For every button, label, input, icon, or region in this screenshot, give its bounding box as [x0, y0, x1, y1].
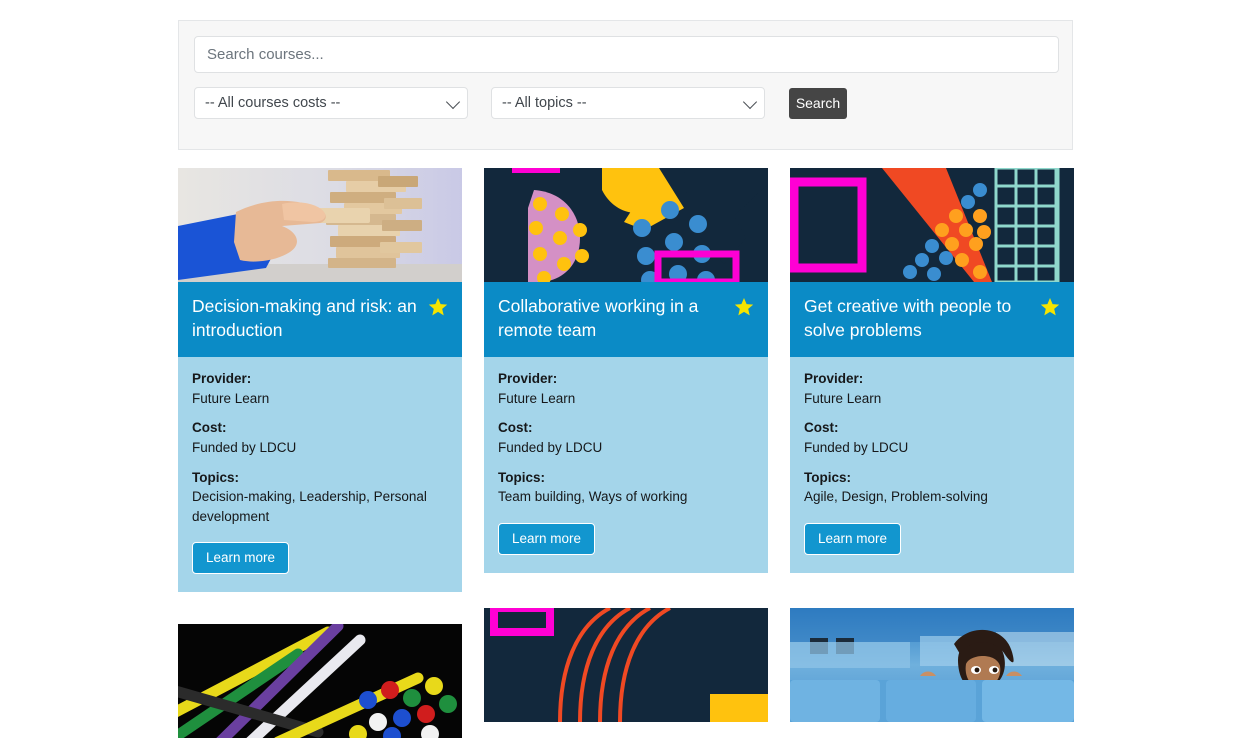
course-search-page: -- All courses costs -- -- All topics --…: [0, 0, 1240, 738]
cost-filter-select[interactable]: -- All courses costs --: [194, 87, 468, 119]
provider-value: Future Learn: [498, 390, 576, 406]
photo-colourful-braided-ropes: [178, 624, 462, 738]
search-button[interactable]: Search: [789, 87, 847, 119]
provider-value: Future Learn: [192, 390, 270, 406]
photo-hand-wooden-block-tower: [178, 168, 462, 282]
filter-row: -- All courses costs -- -- All topics --…: [194, 87, 1057, 119]
star-icon[interactable]: [734, 297, 754, 322]
provider-label: Provider:: [192, 371, 252, 387]
course-card[interactable]: [178, 624, 462, 738]
course-card-header: Collaborative working in a remote team: [484, 282, 768, 358]
topics-label: Topics:: [804, 469, 851, 485]
learn-more-button[interactable]: Learn more: [192, 542, 290, 575]
course-card-header: Get creative with people to solve proble…: [790, 282, 1074, 358]
topics-value: Decision-making, Leadership, Personal de…: [192, 489, 427, 524]
provider-label: Provider:: [804, 371, 864, 387]
course-card[interactable]: [484, 608, 768, 723]
star-icon[interactable]: [428, 297, 448, 322]
topic-filter-select[interactable]: -- All topics --: [491, 87, 765, 119]
course-card-image: [484, 608, 768, 723]
cost-label: Cost:: [192, 420, 227, 436]
provider-value: Future Learn: [804, 390, 882, 406]
topics-label: Topics:: [192, 469, 239, 485]
abstract-geometric-grid-diagonal: [790, 168, 1074, 282]
learn-more-button[interactable]: Learn more: [804, 522, 902, 555]
course-card-header: Decision-making and risk: an introductio…: [178, 282, 462, 358]
topics-label: Topics:: [498, 469, 545, 485]
learn-more-button[interactable]: Learn more: [498, 522, 596, 555]
course-card-body: Provider: Future Learn Cost: Funded by L…: [178, 357, 462, 592]
photo-woman-peeking-over-office-cubicle: [790, 608, 1074, 723]
topic-filter-wrapper: -- All topics --: [491, 87, 765, 119]
course-card-row: Decision-making and risk: an introductio…: [178, 168, 1074, 593]
cost-label: Cost:: [804, 420, 839, 436]
course-card-image: [178, 624, 462, 738]
course-card-body: Provider: Future Learn Cost: Funded by L…: [790, 357, 1074, 573]
cost-filter-wrapper: -- All courses costs --: [194, 87, 468, 119]
cost-value: Funded by LDCU: [804, 439, 909, 455]
course-card[interactable]: Collaborative working in a remote team P…: [484, 168, 768, 573]
course-card-image: [790, 608, 1074, 723]
course-card[interactable]: Get creative with people to solve proble…: [790, 168, 1074, 573]
cost-value: Funded by LDCU: [498, 439, 603, 455]
provider-label: Provider:: [498, 371, 558, 387]
course-card[interactable]: Decision-making and risk: an introductio…: [178, 168, 462, 593]
topics-value: Agile, Design, Problem-solving: [804, 489, 988, 505]
search-panel-inner: -- All courses costs -- -- All topics --…: [179, 21, 1072, 134]
course-card-body: Provider: Future Learn Cost: Funded by L…: [484, 357, 768, 573]
course-card[interactable]: [790, 608, 1074, 723]
course-card-row: [178, 608, 1074, 738]
course-card-image: [484, 168, 768, 282]
course-card-title: Decision-making and risk: an introductio…: [192, 296, 417, 340]
course-card-title: Get creative with people to solve proble…: [804, 296, 1012, 340]
abstract-geometric-dots-shapes: [484, 168, 768, 282]
cost-value: Funded by LDCU: [192, 439, 297, 455]
course-card-title: Collaborative working in a remote team: [498, 296, 699, 340]
search-input[interactable]: [194, 36, 1059, 73]
cost-label: Cost:: [498, 420, 533, 436]
course-card-image: [178, 168, 462, 282]
topics-value: Team building, Ways of working: [498, 489, 688, 505]
search-panel: -- All courses costs -- -- All topics --…: [178, 20, 1073, 150]
course-card-image: [790, 168, 1074, 282]
abstract-navy-red-curves: [484, 608, 768, 723]
course-card-grid: Decision-making and risk: an introductio…: [178, 168, 1074, 738]
star-icon[interactable]: [1040, 297, 1060, 322]
